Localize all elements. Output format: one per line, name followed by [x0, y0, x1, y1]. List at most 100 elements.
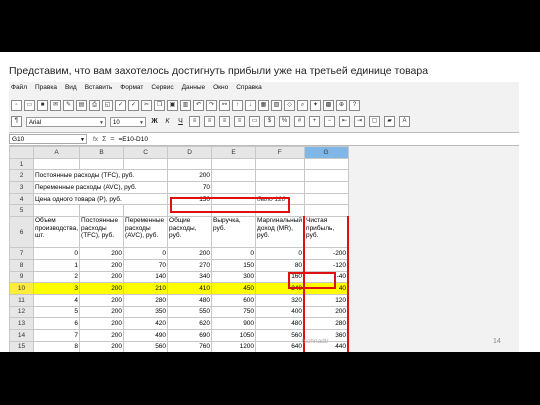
cell-revenue[interactable]: 0 — [211, 247, 257, 260]
header-variable-costs[interactable]: Переменные расходы (AVC), руб. — [123, 216, 169, 249]
cell-net-profit[interactable]: 200 — [303, 305, 350, 319]
column-header-a[interactable]: A — [32, 146, 81, 159]
row-header[interactable]: 3 — [9, 181, 34, 194]
cell-fixed-costs[interactable]: 200 — [79, 340, 125, 352]
cell[interactable] — [79, 157, 125, 171]
cell-fixed-costs[interactable]: 200 — [79, 282, 125, 295]
menu-edit[interactable]: Правка — [35, 84, 57, 96]
cell-volume[interactable]: 7 — [32, 328, 81, 342]
zoom-icon[interactable]: ⊕ — [336, 100, 347, 111]
row-header[interactable]: 1 — [9, 157, 34, 171]
header-revenue[interactable]: Выручка, руб. — [211, 216, 257, 249]
row-header[interactable]: 6 — [9, 216, 34, 249]
cell[interactable] — [123, 157, 169, 171]
cell[interactable] — [211, 192, 257, 206]
sort-ascending-icon[interactable]: ↑ — [232, 100, 243, 111]
cell-revenue[interactable]: 900 — [211, 317, 257, 330]
select-all-corner[interactable] — [9, 146, 34, 159]
cell[interactable] — [255, 169, 305, 183]
standard-format-icon[interactable]: # — [294, 116, 305, 127]
cell-revenue[interactable]: 1200 — [211, 340, 257, 352]
cell-variable-costs[interactable]: 140 — [123, 270, 169, 284]
underline-icon[interactable]: Ч — [176, 117, 185, 126]
header-fixed-costs[interactable]: Постоянные расходы (TFC), руб. — [79, 216, 125, 249]
cell-fixed-costs[interactable]: 200 — [79, 328, 125, 342]
row-header[interactable]: 7 — [9, 247, 34, 260]
edit-icon[interactable]: ✎ — [63, 100, 74, 111]
cell-net-profit[interactable]: -40 — [303, 270, 350, 284]
open-folder-icon[interactable]: ▭ — [24, 100, 35, 111]
cell-net-profit[interactable]: -200 — [303, 247, 350, 260]
row-header[interactable]: 2 — [9, 169, 34, 183]
cell[interactable] — [303, 169, 349, 183]
cell-revenue[interactable]: 600 — [211, 293, 257, 307]
cell-volume[interactable]: 8 — [32, 340, 81, 352]
cell-total-costs[interactable]: 340 — [167, 270, 213, 284]
cell[interactable] — [303, 157, 349, 171]
print-icon[interactable]: ⎙ — [89, 100, 100, 111]
cell-variable-costs[interactable]: 0 — [123, 247, 169, 260]
row-header[interactable]: 15 — [9, 340, 34, 352]
menu-tools[interactable]: Сервис — [151, 84, 173, 96]
cell-marginal-revenue[interactable]: 240 — [255, 282, 305, 295]
cell-marginal-revenue[interactable]: 560 — [255, 328, 305, 342]
fixed-costs-label[interactable]: Постоянные расходы (TFC), руб. — [32, 169, 169, 183]
new-document-icon[interactable]: ▫ — [11, 100, 22, 111]
clone-format-icon[interactable]: ▥ — [180, 100, 191, 111]
cell-revenue[interactable]: 450 — [211, 282, 257, 295]
align-center-icon[interactable]: ≡ — [204, 116, 215, 127]
function-icon[interactable]: = — [110, 136, 114, 143]
increase-indent-icon[interactable]: ⇥ — [354, 116, 365, 127]
menu-data[interactable]: Данные — [182, 84, 205, 96]
column-header-b[interactable]: B — [79, 146, 125, 159]
gallery-icon[interactable]: ▩ — [323, 100, 334, 111]
autospell-icon[interactable]: ✓ — [128, 100, 139, 111]
font-size-select[interactable]: 10 ▼ — [110, 116, 146, 127]
percent-icon[interactable]: % — [279, 116, 290, 127]
remove-decimal-icon[interactable]: − — [324, 116, 335, 127]
cell-total-costs[interactable]: 550 — [167, 305, 213, 319]
cell-total-costs[interactable]: 690 — [167, 328, 213, 342]
cell-volume[interactable]: 6 — [32, 317, 81, 330]
help-icon[interactable]: ? — [349, 100, 360, 111]
cell[interactable] — [255, 204, 305, 218]
column-header-c[interactable]: C — [123, 146, 169, 159]
save-icon[interactable]: ■ — [37, 100, 48, 111]
menu-window[interactable]: Окно — [213, 84, 228, 96]
row-header[interactable]: 10 — [9, 282, 34, 295]
cell[interactable] — [303, 181, 349, 194]
bold-icon[interactable]: Ж — [150, 117, 159, 126]
copy-icon[interactable]: ❐ — [154, 100, 165, 111]
sum-icon[interactable]: Σ — [102, 136, 106, 143]
navigator-icon[interactable]: ✦ — [310, 100, 321, 111]
formula-input[interactable]: =E10-D10 — [118, 136, 147, 143]
cell-net-profit[interactable]: -120 — [303, 258, 350, 272]
cell-marginal-revenue[interactable]: 0 — [255, 247, 305, 260]
cell-net-profit[interactable]: 40 — [303, 282, 350, 295]
cell-total-costs[interactable]: 620 — [167, 317, 213, 330]
price-note[interactable]: было 120 — [255, 192, 305, 206]
cell-total-costs[interactable]: 200 — [167, 247, 213, 260]
column-header-d[interactable]: D — [167, 146, 213, 159]
undo-icon[interactable]: ↶ — [193, 100, 204, 111]
function-wizard-icon[interactable]: fx — [93, 136, 98, 143]
paste-icon[interactable]: ▣ — [167, 100, 178, 111]
cell-marginal-revenue[interactable]: 160 — [255, 270, 305, 284]
row-header[interactable]: 12 — [9, 305, 34, 319]
font-color-icon[interactable]: A — [399, 116, 410, 127]
borders-icon[interactable]: ▢ — [369, 116, 380, 127]
menu-insert[interactable]: Вставить — [85, 84, 113, 96]
sort-descending-icon[interactable]: ↓ — [245, 100, 256, 111]
header-marginal-revenue[interactable]: Маргинальный доход (MR), руб. — [255, 216, 305, 249]
cell[interactable] — [303, 192, 349, 206]
font-name-select[interactable]: Arial ▼ — [26, 116, 106, 127]
cell-volume[interactable]: 5 — [32, 305, 81, 319]
cell[interactable] — [211, 204, 257, 218]
cell-fixed-costs[interactable]: 200 — [79, 247, 125, 260]
cell-fixed-costs[interactable]: 200 — [79, 293, 125, 307]
cell-total-costs[interactable]: 760 — [167, 340, 213, 352]
pivot-icon[interactable]: ▧ — [271, 100, 282, 111]
cell-revenue[interactable]: 750 — [211, 305, 257, 319]
spellcheck-icon[interactable]: ✓ — [115, 100, 126, 111]
row-header[interactable]: 11 — [9, 293, 34, 307]
